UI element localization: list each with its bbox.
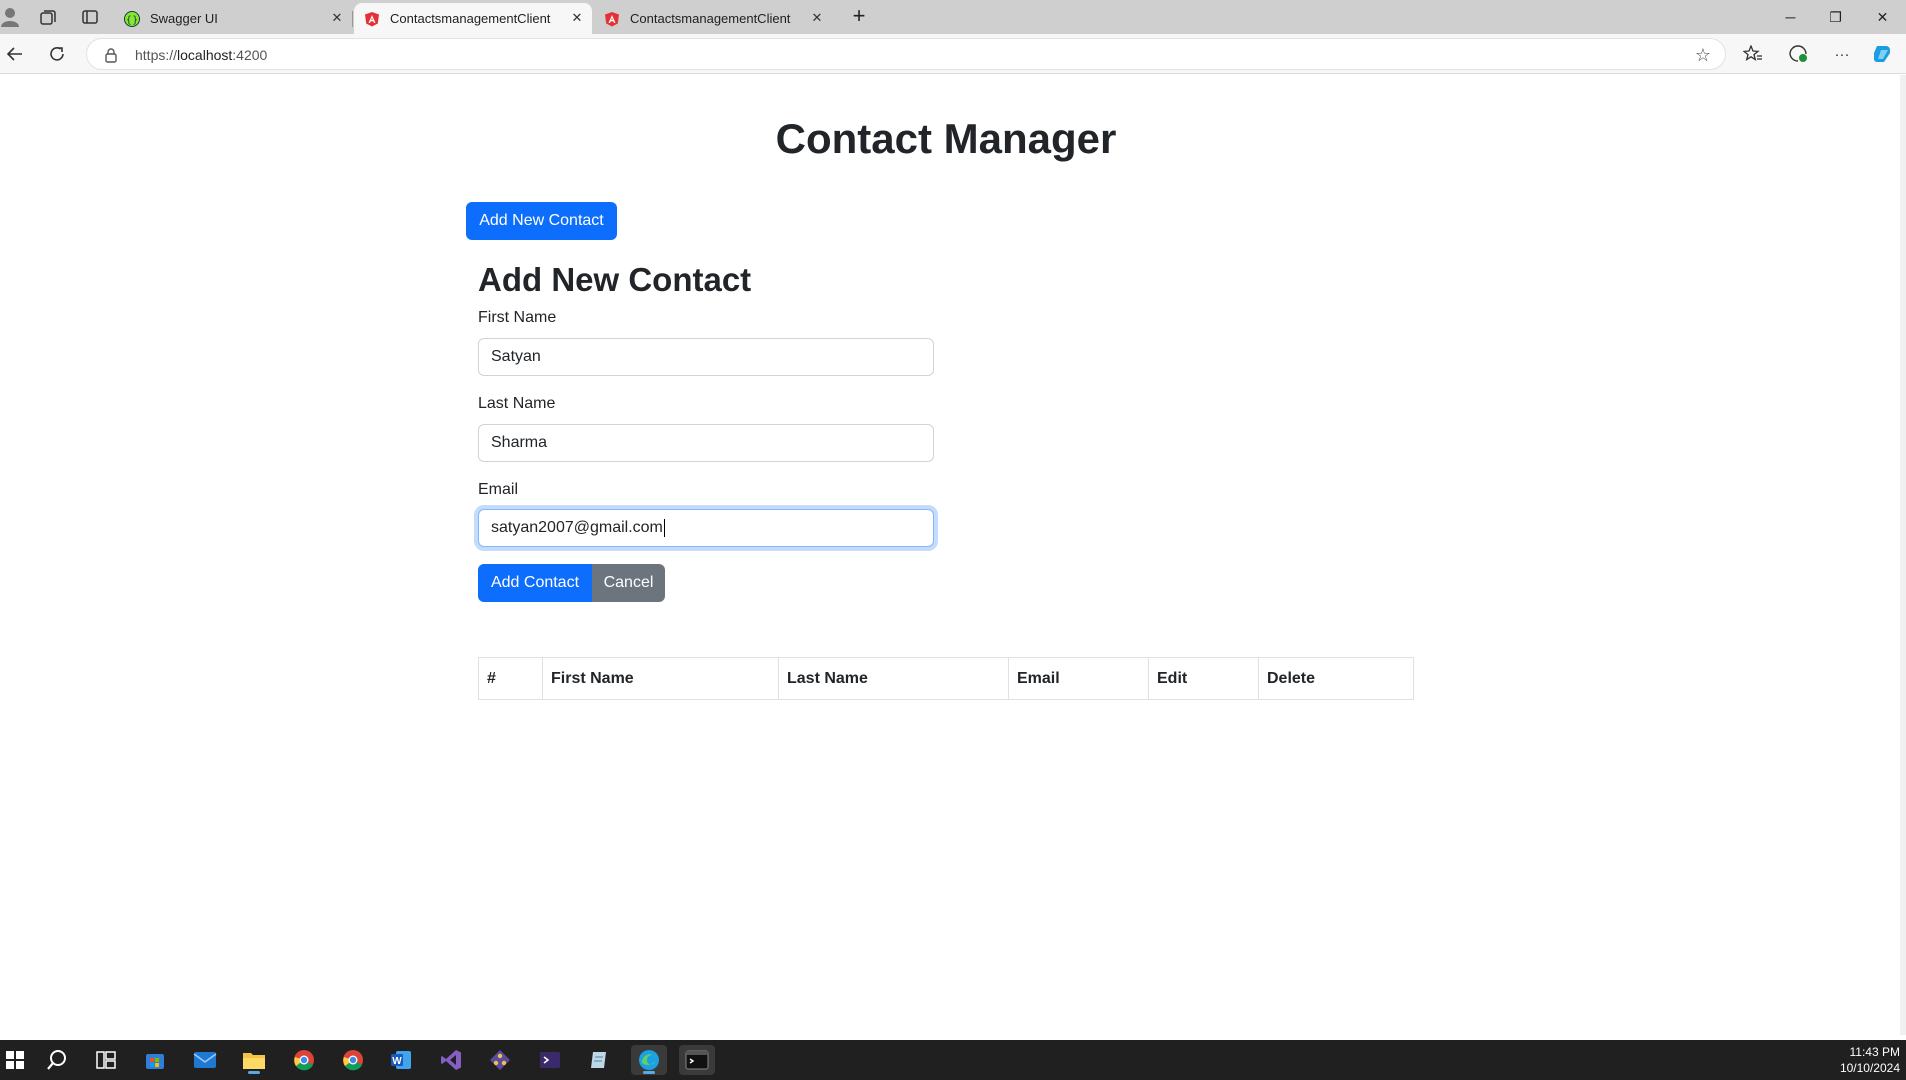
column-header-delete: Delete xyxy=(1258,657,1414,700)
tab-swagger[interactable]: {} Swagger UI ✕ xyxy=(114,3,353,34)
windows-start-icon[interactable] xyxy=(0,1045,30,1075)
clock-date: 10/10/2024 xyxy=(1839,1061,1900,1075)
close-tab-icon[interactable]: ✕ xyxy=(810,11,824,25)
email-label: Email xyxy=(478,481,519,498)
active-app-indicator xyxy=(643,1071,655,1074)
tab-title: ContactsmanagementClient xyxy=(630,11,791,26)
angular-icon xyxy=(604,11,620,27)
tab-title: Swagger UI xyxy=(150,11,218,26)
lock-icon[interactable] xyxy=(103,47,119,63)
chrome-icon[interactable] xyxy=(289,1045,319,1075)
powershell-icon[interactable] xyxy=(535,1045,565,1075)
last-name-label: Last Name xyxy=(478,395,556,412)
email-input[interactable]: satyan2007@gmail.com xyxy=(478,509,934,547)
favorites-icon[interactable] xyxy=(1740,42,1766,66)
clock-time: 11:43 PM xyxy=(1849,1045,1900,1059)
git-tool-icon[interactable] xyxy=(485,1045,515,1075)
angular-icon xyxy=(364,11,380,27)
terminal-icon[interactable] xyxy=(679,1045,715,1075)
last-name-value: Sharma xyxy=(491,434,548,451)
tab-actions-icon[interactable] xyxy=(80,7,100,27)
taskbar: W 11:43 PM 10/10/2024 xyxy=(0,1040,1906,1080)
page-scrollbar[interactable] xyxy=(1900,75,1906,1035)
column-header-edit: Edit xyxy=(1148,657,1259,700)
active-app-indicator xyxy=(248,1071,260,1074)
add-new-contact-button[interactable]: Add New Contact xyxy=(466,202,617,240)
close-tab-icon[interactable]: ✕ xyxy=(330,11,344,25)
svg-text:{}: {} xyxy=(126,15,139,26)
microsoft-store-icon[interactable] xyxy=(140,1045,170,1075)
column-header-first-name: First Name xyxy=(542,657,779,700)
first-name-label: First Name xyxy=(478,309,557,326)
column-header-last-name: Last Name xyxy=(778,657,1009,700)
tab-contacts[interactable]: ContactsmanagementClient ✕ xyxy=(594,3,832,34)
more-options-icon[interactable]: ··· xyxy=(1829,42,1855,66)
profile-icon[interactable] xyxy=(0,7,20,27)
first-name-value: Satyan xyxy=(491,348,541,365)
form-heading: Add New Contact xyxy=(478,261,752,298)
favorite-star-icon[interactable]: ☆ xyxy=(1693,45,1713,65)
add-contact-button[interactable]: Add Contact xyxy=(478,564,592,602)
mail-icon[interactable] xyxy=(190,1045,220,1075)
first-name-input[interactable]: Satyan xyxy=(478,338,934,376)
address-bar-row: https://localhost:4200 ☆ ··· xyxy=(0,34,1906,74)
url-field[interactable]: https://localhost:4200 ☆ xyxy=(86,38,1726,70)
email-value: satyan2007@gmail.com xyxy=(491,519,663,536)
last-name-input[interactable]: Sharma xyxy=(478,424,934,462)
task-view-icon[interactable] xyxy=(91,1045,121,1075)
url-text: https://localhost:4200 xyxy=(135,47,268,63)
page-content: Contact Manager Add New Contact Add New … xyxy=(0,75,1906,1035)
table-header-row: # First Name Last Name Email Edit Delete xyxy=(478,657,1414,700)
workspaces-icon[interactable] xyxy=(38,7,58,27)
new-tab-button[interactable]: + xyxy=(846,5,872,29)
close-tab-icon[interactable]: ✕ xyxy=(570,11,584,25)
minimize-icon[interactable]: ─ xyxy=(1768,0,1813,34)
close-window-icon[interactable]: ✕ xyxy=(1860,0,1905,34)
contacts-table: # First Name Last Name Email Edit Delete xyxy=(478,657,1414,700)
refresh-icon[interactable] xyxy=(44,42,70,66)
text-caret xyxy=(663,519,665,537)
swagger-icon: {} xyxy=(124,10,140,27)
restore-icon[interactable]: ❐ xyxy=(1813,0,1858,34)
search-icon[interactable] xyxy=(42,1045,72,1075)
edge-icon[interactable] xyxy=(631,1045,667,1075)
chrome-profile-icon[interactable] xyxy=(338,1045,368,1075)
svg-text:W: W xyxy=(392,1056,402,1067)
word-icon[interactable]: W xyxy=(386,1045,416,1075)
back-icon[interactable] xyxy=(2,42,28,66)
file-explorer-icon[interactable] xyxy=(239,1045,269,1075)
copilot-icon[interactable] xyxy=(1870,42,1896,66)
system-clock[interactable]: 11:43 PM 10/10/2024 xyxy=(1840,1044,1900,1076)
tab-title: ContactsmanagementClient xyxy=(390,11,551,26)
notepad-icon[interactable] xyxy=(584,1045,614,1075)
browser-essentials-icon[interactable] xyxy=(1785,42,1811,66)
cancel-button[interactable]: Cancel xyxy=(592,564,665,602)
browser-tab-bar: {} Swagger UI ✕ ContactsmanagementClient… xyxy=(0,0,1906,34)
visual-studio-icon[interactable] xyxy=(436,1045,466,1075)
column-header-number: # xyxy=(478,657,543,700)
page-title: Contact Manager xyxy=(775,115,1117,162)
column-header-email: Email xyxy=(1008,657,1149,700)
tab-contacts-active[interactable]: ContactsmanagementClient ✕ xyxy=(354,3,592,34)
